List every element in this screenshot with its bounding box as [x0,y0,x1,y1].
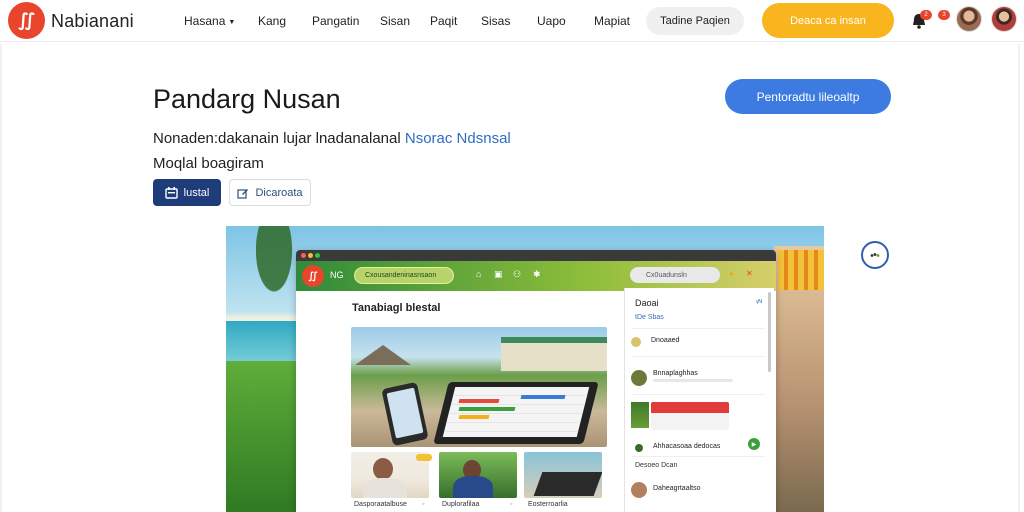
panel-search-input[interactable]: Cx0uadunsln [630,267,720,283]
emoji-icon[interactable]: ● [729,269,734,278]
feed-thumbnail[interactable] [524,452,602,498]
divider [631,328,765,329]
secondary-nav-button[interactable]: Tadine Paqien [646,7,744,35]
window-search-input[interactable]: Cxousandeninasnsaon [354,267,454,284]
tablet-bar-blue [520,395,566,399]
divider [631,356,765,357]
hero-cta-button[interactable]: Pentoradtu lileoaltp [725,79,891,114]
tablet-bar-red [458,399,500,403]
chat-panel: Daoai tDe Sbas ᵞᴺ Dnoaaed Bnnaplaghhas A… [624,288,774,512]
home-icon[interactable]: ⌂ [476,269,481,279]
calendar-icon [164,186,178,199]
profile-avatar[interactable] [991,6,1017,32]
thumbnail-caption: Eosterroarlia [528,501,568,508]
showcase-grass [226,361,306,512]
chat-row[interactable]: Bnnaplaghhas [631,368,765,388]
hero-description-link[interactable]: Nsorac Ndsnsal [405,130,511,147]
feed-thumbnail[interactable] [439,452,517,498]
panel-section-label: Desoeo Dcan [635,462,678,469]
showcase-awning [778,250,824,290]
nav-item-kang[interactable]: Kang [258,14,286,28]
divider [631,456,765,457]
post-card[interactable] [651,402,729,430]
thumbnail-caption: Dasporaatalbuse [354,501,407,508]
tablet-bar-green [458,407,516,411]
nav-item-uapo[interactable]: Uapo [537,14,566,28]
page-title: Pandarg Nusan [153,84,341,114]
grid-icon[interactable]: ▣ [494,269,503,280]
chat-preview-line [653,379,733,382]
dots-icon [870,252,880,257]
window-minimize-icon [308,253,313,258]
hut-shape [355,345,411,365]
signup-button[interactable]: Deaca ca insan [762,3,894,38]
nav-item-hasana[interactable]: Hasana ▼ [184,14,235,28]
face-shape [373,458,393,480]
install-button[interactable]: lustal [153,179,221,206]
nav-item-mapiat[interactable]: Mapiat [594,14,630,28]
hero-description: Nonaden:dakanain lujar lnadanalanal Nsor… [153,130,511,172]
chat-avatar [635,444,643,452]
chat-avatar [631,370,647,386]
nav-item-paqit[interactable]: Paqit [430,14,457,28]
tablet-bar-yellow [458,415,490,419]
shoulders-shape [453,476,493,498]
panel-title: Daoai [635,298,659,308]
window-close-icon [301,253,306,258]
window-titlebar [296,250,776,261]
notification-badge: 2 [920,10,932,20]
nav-item-pangatin[interactable]: Pangatin [312,14,359,28]
chat-bubble-icon[interactable] [861,241,889,269]
chat-row[interactable]: Dnoaaed [631,332,765,352]
notifications-icon[interactable]: ✕ [746,269,753,278]
toolbar-label: NG [330,270,344,280]
panel-scrollbar[interactable] [768,292,771,372]
user-avatar[interactable] [956,6,982,32]
star-icon[interactable]: ✱ [533,269,541,280]
chat-row[interactable]: Daheagrtaaltso [631,480,765,500]
building-shape [501,337,607,371]
tablet-screen [442,387,590,437]
brand-logo[interactable]: ∬ Nabianani [8,2,134,39]
top-navbar: ∬ Nabianani Hasana ▼ Kang Pangatin Sisan … [0,0,1024,42]
window-maximize-icon [315,253,320,258]
left-gutter [0,44,2,512]
nav-item-sisas[interactable]: Sisas [481,14,510,28]
thumbnail-tag [416,454,432,461]
nav-item-sisan[interactable]: Sisan [380,14,410,28]
edit-icon [237,188,249,199]
feed-heading: Tanabiagl blestal [352,302,441,314]
chat-avatar [631,337,641,347]
chat-row[interactable]: Ahhacasoaa dedocas [631,438,765,458]
brand-mark-icon: ∬ [8,2,45,39]
chevron-down-icon: ▼ [228,19,236,26]
panel-subtitle[interactable]: tDe Sbas [635,314,664,321]
chat-avatar [631,482,647,498]
device-shape [533,472,602,496]
more-icon[interactable]: ◦ [422,501,424,508]
docs-button[interactable]: Dicaroata [229,179,311,206]
feed-hero-image[interactable] [351,327,607,447]
more-icon[interactable]: ◦ [510,501,512,508]
app-window-preview: ∬ NG Cxousandeninasnsaon ⌂ ▣ ⚇ ✱ Cx0uadu… [296,250,776,512]
divider [631,394,765,395]
window-logo-icon: ∬ [302,265,324,287]
message-badge: 3 [938,10,950,20]
post-thumbnail[interactable] [631,402,649,428]
users-icon[interactable]: ⚇ [513,269,521,280]
brand-name: Nabianani [51,10,134,31]
right-scrollbar[interactable] [1018,44,1020,512]
thumbnail-caption: Duplorafilaa [442,501,480,508]
online-status-icon: ▶ [748,438,760,450]
panel-action-icon[interactable]: ᵞᴺ [756,298,762,307]
shoulders-shape [363,478,407,498]
